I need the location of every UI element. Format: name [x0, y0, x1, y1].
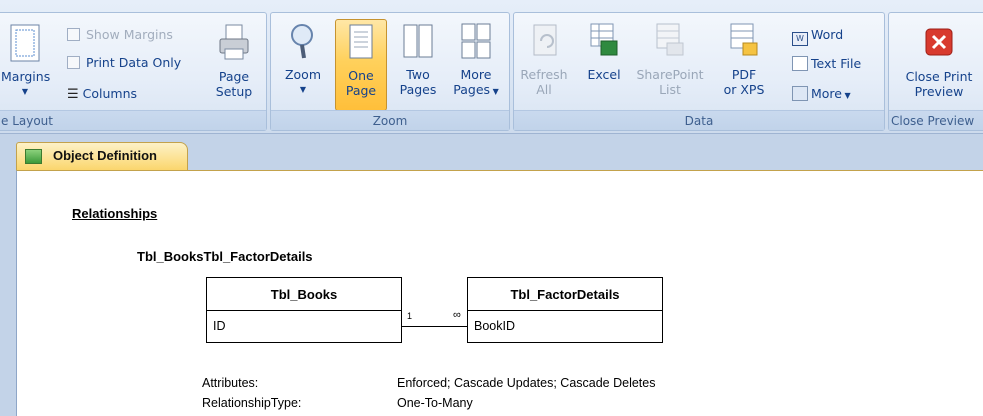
zoom-button[interactable]: Zoom ▼	[281, 21, 325, 97]
zoom-group: Zoom ▼ One Page Two Pages More Pages ▼ Z…	[270, 12, 510, 131]
more-pages-button[interactable]: More Pages ▼	[447, 21, 505, 99]
margins-button[interactable]: Margins ▼	[1, 23, 50, 99]
ribbon: Margins ▼ Show Margins Print Data Only ☰…	[0, 0, 983, 134]
one-page-icon	[349, 24, 373, 59]
magnifier-icon	[291, 24, 313, 59]
refresh-all-button[interactable]: Refresh All	[520, 21, 568, 97]
word-icon: W	[792, 32, 808, 46]
chevron-down-icon: ▼	[21, 87, 29, 96]
one-side-marker: 1	[407, 311, 413, 321]
group-label-zoom: Zoom	[271, 110, 509, 130]
attributes-value: Enforced; Cascade Updates; Cascade Delet…	[397, 376, 656, 390]
columns-button[interactable]: ☰ Columns	[67, 86, 137, 103]
close-preview-group: Close Print Preview Close Preview	[888, 12, 983, 131]
two-pages-icon	[403, 24, 433, 58]
checkbox-icon	[67, 28, 80, 41]
many-side-marker: ∞	[453, 309, 461, 321]
printer-icon	[219, 24, 249, 60]
text-file-icon	[792, 56, 808, 71]
attributes-label: Attributes:	[202, 376, 259, 390]
pdf-icon	[730, 23, 758, 56]
close-print-preview-button[interactable]: Close Print Preview	[893, 23, 983, 99]
table-name: Tbl_Books	[207, 278, 401, 311]
group-label-data: Data	[514, 110, 884, 130]
chevron-down-icon: ▼	[842, 91, 851, 100]
chevron-down-icon: ▼	[490, 87, 499, 96]
relationship-line	[402, 326, 467, 327]
export-text-file-button[interactable]: Text File	[792, 56, 861, 72]
export-more-button[interactable]: More ▼	[792, 86, 851, 104]
table-field: BookID	[474, 319, 515, 333]
table-box-tbl-factor-details: Tbl_FactorDetails BookID	[467, 277, 663, 343]
checkbox-icon	[67, 56, 80, 69]
table-name: Tbl_FactorDetails	[468, 278, 662, 311]
group-label-page-layout: e Layout	[0, 110, 266, 130]
sharepoint-list-icon	[656, 23, 684, 56]
excel-icon	[590, 23, 618, 56]
data-group: Refresh All Excel SharePoint List PDF or…	[513, 12, 885, 131]
page-layout-group: Margins ▼ Show Margins Print Data Only ☰…	[0, 12, 267, 131]
refresh-icon	[533, 24, 557, 56]
one-page-button[interactable]: One Page	[335, 19, 387, 111]
more-pages-icon	[461, 23, 491, 59]
chevron-down-icon: ▼	[299, 85, 307, 94]
tab-object-definition[interactable]: Object Definition	[16, 142, 188, 170]
export-word-button[interactable]: W Word	[792, 27, 843, 46]
export-sharepoint-button[interactable]: SharePoint List	[632, 21, 708, 97]
relationship-name: Tbl_BooksTbl_FactorDetails	[137, 249, 313, 264]
report-page: Relationships Tbl_BooksTbl_FactorDetails…	[16, 170, 983, 416]
page-setup-button[interactable]: Page Setup	[209, 23, 259, 99]
print-data-only-checkbox[interactable]: Print Data Only	[67, 55, 181, 71]
table-box-tbl-books: Tbl_Books ID	[206, 277, 402, 343]
table-field: ID	[213, 319, 226, 333]
export-excel-button[interactable]: Excel	[582, 21, 626, 82]
close-icon	[925, 28, 953, 56]
document-area: Object Definition Relationships Tbl_Book…	[0, 134, 983, 416]
report-icon	[25, 149, 42, 164]
export-pdf-xps-button[interactable]: PDF or XPS	[714, 21, 774, 97]
section-title: Relationships	[72, 206, 158, 221]
more-export-icon	[792, 86, 808, 101]
margins-icon	[10, 24, 40, 62]
columns-icon: ☰	[67, 87, 79, 102]
show-margins-checkbox[interactable]: Show Margins	[67, 27, 173, 43]
two-pages-button[interactable]: Two Pages	[393, 21, 443, 97]
relationship-type-value: One-To-Many	[397, 396, 473, 410]
group-label-close-preview: Close Preview	[889, 110, 983, 130]
relationship-type-label: RelationshipType:	[202, 396, 302, 410]
